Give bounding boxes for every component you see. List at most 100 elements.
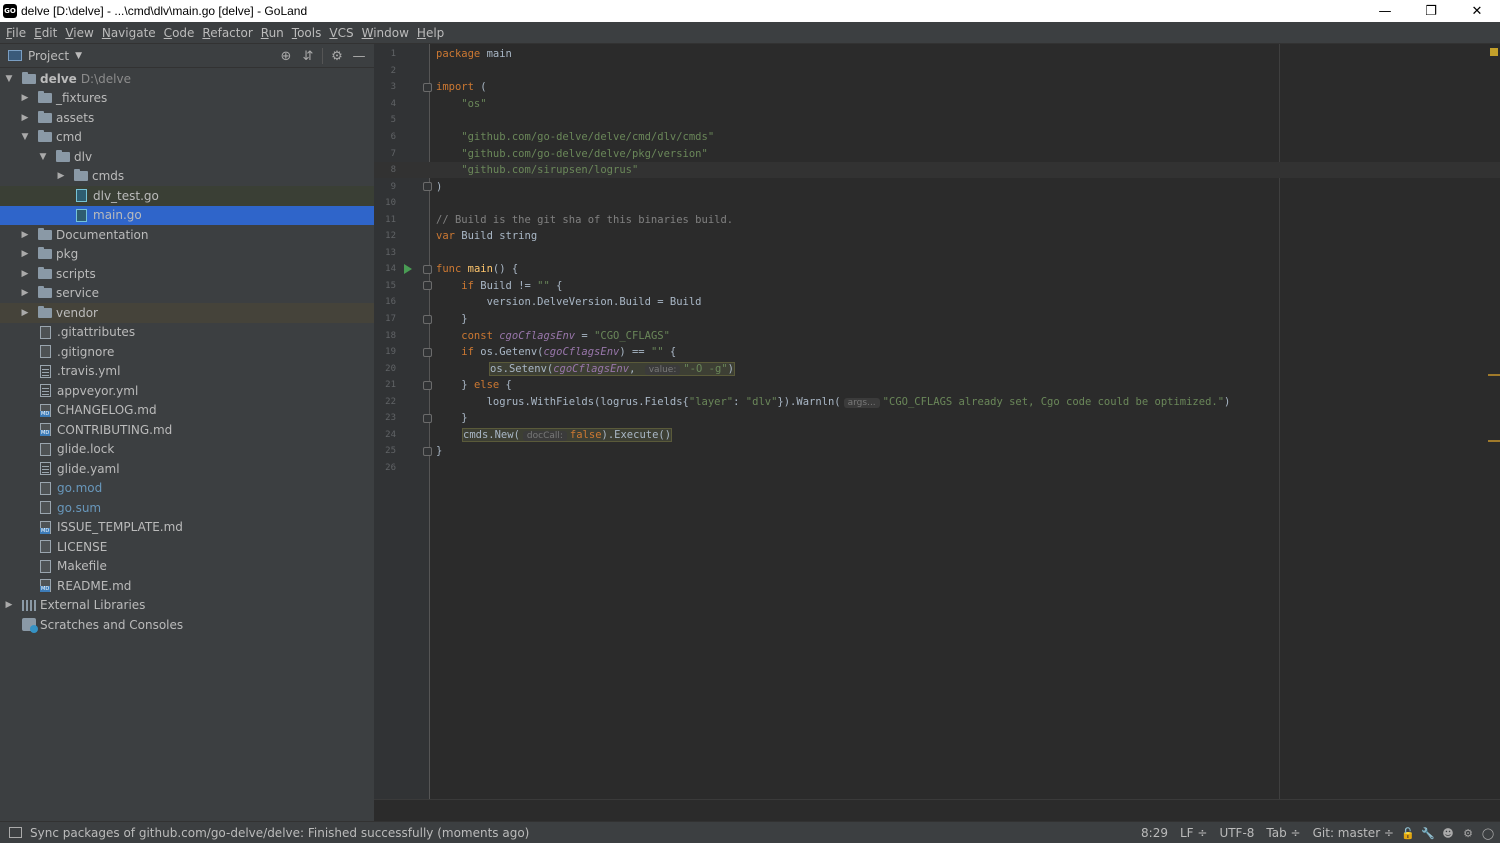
chevron-down-icon[interactable]: ▼ — [4, 74, 14, 84]
menu-help[interactable]: Help — [413, 26, 448, 40]
tree-item-pkg[interactable]: ▶ pkg — [0, 245, 374, 265]
locate-file-icon[interactable]: ⊕ — [275, 48, 297, 64]
tree-item-go-mod[interactable]: ▶ go.mod — [0, 479, 374, 499]
tree-item-documentation[interactable]: ▶ Documentation — [0, 225, 374, 245]
menu-window[interactable]: Window — [358, 26, 413, 40]
minimize-button[interactable]: — — [1362, 0, 1408, 22]
line-separator-selector[interactable]: LF ÷ — [1180, 826, 1207, 840]
tree-item-scratches[interactable]: ▶ Scratches and Consoles — [0, 615, 374, 635]
tree-item-fixtures[interactable]: ▶ _fixtures — [0, 89, 374, 109]
tree-item-glide-yaml[interactable]: ▶ glide.yaml — [0, 459, 374, 479]
tree-item-main-go[interactable]: ▶ main.go — [0, 205, 374, 225]
tree-item-contributing[interactable]: ▶ CONTRIBUTING.md — [0, 420, 374, 440]
tree-item-scripts[interactable]: ▶ scripts — [0, 264, 374, 284]
tree-item-appveyor-yml[interactable]: ▶ appveyor.yml — [0, 381, 374, 401]
menu-tools[interactable]: Tools — [288, 26, 326, 40]
tree-item-gitignore[interactable]: ▶ .gitignore — [0, 342, 374, 362]
fold-icon[interactable] — [423, 347, 432, 357]
code-token: "github.com/go-delve/delve/pkg/version" — [436, 147, 708, 160]
menu-file[interactable]: File — [2, 26, 30, 40]
tree-item-dlv[interactable]: ▼ dlv — [0, 147, 374, 167]
encoding-selector[interactable]: UTF-8 — [1219, 826, 1254, 840]
wrench-icon[interactable]: 🔧 — [1421, 827, 1435, 840]
close-button[interactable]: ✕ — [1454, 0, 1500, 22]
chevron-down-icon[interactable]: ▼ — [75, 51, 82, 61]
fold-icon[interactable] — [423, 82, 432, 92]
fold-icon[interactable] — [423, 446, 432, 456]
chevron-right-icon[interactable]: ▶ — [4, 600, 14, 610]
git-branch-selector[interactable]: Git: master ÷ — [1313, 826, 1394, 840]
fold-icon[interactable] — [423, 281, 432, 291]
menu-vcs[interactable]: VCS — [325, 26, 357, 40]
chevron-down-icon[interactable]: ▼ — [20, 132, 30, 142]
caret-position[interactable]: 8:29 — [1141, 826, 1168, 840]
code-token: "CGO_CFLAGS already set, Cgo code could … — [882, 395, 1225, 408]
error-stripe[interactable] — [1486, 44, 1500, 799]
chevron-right-icon[interactable]: ▶ — [20, 113, 30, 123]
tree-item-gitattributes[interactable]: ▶ .gitattributes — [0, 323, 374, 343]
gear-icon[interactable]: ⚙ — [326, 48, 348, 64]
menu-code[interactable]: Code — [160, 26, 199, 40]
chevron-right-icon[interactable]: ▶ — [20, 288, 30, 298]
menu-edit[interactable]: Edit — [30, 26, 61, 40]
code-token: cgoCflagsEnv — [543, 346, 620, 359]
tree-item-service[interactable]: ▶ service — [0, 284, 374, 304]
tree-item-label: cmds — [92, 169, 125, 184]
chevron-right-icon[interactable]: ▶ — [56, 171, 66, 181]
fold-icon[interactable] — [423, 264, 432, 274]
project-panel-header: Project ▼ ⊕ ⇵ ⚙ — — [0, 44, 374, 68]
line-number: 23 — [385, 413, 396, 424]
event-log-icon[interactable]: ◯ — [1482, 827, 1494, 840]
chevron-right-icon[interactable]: ▶ — [20, 269, 30, 279]
tree-item-cmd[interactable]: ▼ cmd — [0, 128, 374, 148]
fold-icon[interactable] — [423, 182, 432, 192]
fold-icon[interactable] — [423, 413, 432, 423]
restore-button[interactable]: ❐ — [1408, 0, 1454, 22]
chevron-right-icon[interactable]: ▶ — [20, 249, 30, 259]
tree-item-makefile[interactable]: ▶ Makefile — [0, 557, 374, 577]
tool-windows-icon[interactable] — [9, 827, 22, 838]
warning-marker[interactable] — [1488, 374, 1500, 376]
indent-selector[interactable]: Tab ÷ — [1266, 826, 1300, 840]
warning-marker[interactable] — [1488, 440, 1500, 442]
menu-navigate[interactable]: Navigate — [98, 26, 160, 40]
chevron-right-icon[interactable]: ▶ — [20, 308, 30, 318]
tree-item-dlv-test-go[interactable]: ▶ dlv_test.go — [0, 186, 374, 206]
code-token: version.DelveVersion.Build = Build — [436, 296, 702, 309]
tree-item-vendor[interactable]: ▶ vendor — [0, 303, 374, 323]
inspector-icon[interactable]: ☻ — [1442, 827, 1454, 840]
tree-item-go-sum[interactable]: ▶ go.sum — [0, 498, 374, 518]
tree-item-assets[interactable]: ▶ assets — [0, 108, 374, 128]
fold-icon[interactable] — [423, 380, 432, 390]
chevron-right-icon[interactable]: ▶ — [20, 230, 30, 240]
tree-item-changelog[interactable]: ▶ CHANGELOG.md — [0, 401, 374, 421]
chevron-down-icon[interactable]: ▼ — [38, 152, 48, 162]
hide-panel-icon[interactable]: — — [348, 48, 370, 64]
line-number: 15 — [385, 280, 396, 291]
tree-item-glide-lock[interactable]: ▶ glide.lock — [0, 440, 374, 460]
inspection-status-icon[interactable] — [1490, 48, 1498, 56]
chevron-right-icon[interactable]: ▶ — [20, 93, 30, 103]
lock-icon[interactable]: 🔓 — [1401, 827, 1415, 840]
tree-item-delve-root[interactable]: ▼ delve D:\delve — [0, 69, 374, 89]
menu-view[interactable]: View — [61, 26, 97, 40]
menu-run[interactable]: Run — [257, 26, 288, 40]
status-message[interactable]: Sync packages of github.com/go-delve/del… — [30, 826, 529, 840]
tree-item-issue-template[interactable]: ▶ ISSUE_TEMPLATE.md — [0, 518, 374, 538]
tree-item-path: D:\delve — [80, 71, 131, 86]
project-view-selector[interactable]: Project — [28, 49, 69, 63]
menu-refactor[interactable]: Refactor — [198, 26, 256, 40]
collapse-all-icon[interactable]: ⇵ — [297, 48, 319, 64]
tree-item-license[interactable]: ▶ LICENSE — [0, 537, 374, 557]
tree-item-external-libraries[interactable]: ▶ External Libraries — [0, 596, 374, 616]
fold-icon[interactable] — [423, 314, 432, 324]
tree-item-cmds[interactable]: ▶ cmds — [0, 167, 374, 187]
code-editor[interactable]: 1 package main 2 3 import ( 4 "os" 5 6 "… — [374, 44, 1500, 799]
run-gutter-icon[interactable] — [404, 264, 412, 275]
tree-item-travis-yml[interactable]: ▶ .travis.yml — [0, 362, 374, 382]
tree-item-readme[interactable]: ▶ README.md — [0, 576, 374, 596]
line-number: 1 — [390, 49, 396, 60]
title-bar: GO delve [D:\delve] - ...\cmd\dlv\main.g… — [0, 0, 1500, 22]
memory-indicator-icon[interactable]: ⚙ — [1462, 827, 1474, 840]
code-token: "CGO_CFLAGS" — [594, 329, 670, 342]
